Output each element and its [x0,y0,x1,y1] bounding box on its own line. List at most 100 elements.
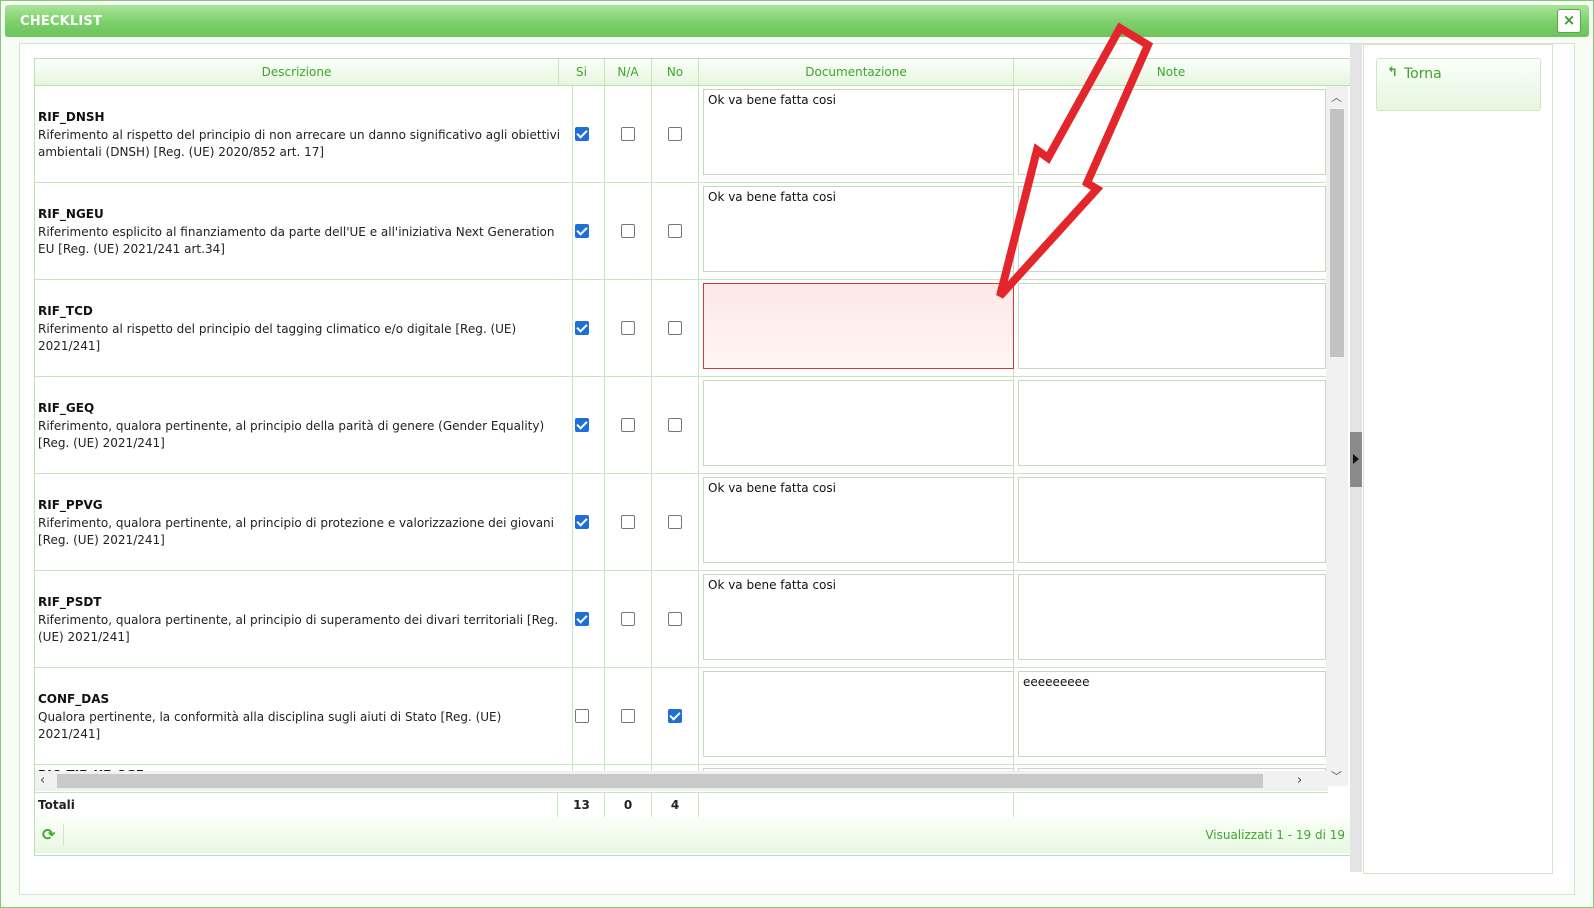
table-row: RIF_TCD Riferimento al rispetto del princ… [35,280,1326,377]
panel-splitter[interactable] [1350,44,1362,872]
horizontal-scrollbar[interactable]: ‹ › [35,771,1328,791]
col-header-descrizione[interactable]: Descrizione [35,59,559,85]
back-button[interactable]: ↰ Torna [1376,58,1541,111]
checkbox-no[interactable] [668,321,682,335]
scroll-right-icon[interactable]: › [1297,773,1302,788]
checkbox-na[interactable] [621,612,635,626]
checklist-grid: Descrizione Si N/A No Documentazione Not… [34,58,1352,856]
col-header-na[interactable]: N/A [605,59,652,85]
note-cell [1014,571,1326,667]
grid-header: Descrizione Si N/A No Documentazione Not… [35,59,1351,86]
checkbox-si[interactable] [575,224,589,238]
documentazione-field[interactable]: Ok va bene fatta cosi [703,186,1014,272]
checkbox-cell-na [605,668,652,764]
checkbox-no[interactable] [668,418,682,432]
col-header-si[interactable]: Si [559,59,605,85]
checkbox-cell-si [559,474,605,570]
note-cell [1014,86,1326,182]
horizontal-scroll-thumb[interactable] [57,774,1263,788]
checkbox-no[interactable] [668,612,682,626]
totals-na: 0 [605,793,652,817]
checkbox-cell-na [605,474,652,570]
note-field[interactable]: eeeeeeeee [1018,671,1326,757]
footer-separator [63,824,64,846]
item-code: RIF_GEQ [38,401,95,415]
note-field[interactable] [1018,283,1326,369]
refresh-icon[interactable]: ⟳ [42,825,55,844]
checkbox-na[interactable] [621,127,635,141]
checkbox-cell-na [605,183,652,279]
col-header-note[interactable]: Note [1014,59,1328,85]
documentazione-cell [699,377,1014,473]
scroll-left-icon[interactable]: ‹ [40,773,45,788]
side-panel: ↰ Torna [1363,44,1553,874]
checkbox-na[interactable] [621,515,635,529]
item-description: Riferimento esplicito al finanziamento d… [38,225,555,256]
vertical-scrollbar[interactable]: ︿ ﹀ [1326,86,1348,786]
col-header-no[interactable]: No [652,59,699,85]
table-row: RIF_NGEU Riferimento esplicito al finanzi… [35,183,1326,280]
note-field[interactable] [1018,477,1326,563]
checkbox-na[interactable] [621,418,635,432]
checklist-panel: Descrizione Si N/A No Documentazione Not… [20,44,1372,894]
checkbox-cell-si [559,183,605,279]
documentazione-field[interactable]: Ok va bene fatta cosi [703,89,1014,175]
checkbox-si[interactable] [575,418,589,432]
documentazione-field[interactable] [703,283,1014,369]
checkbox-cell-no [652,377,699,473]
documentazione-field[interactable] [703,380,1014,466]
documentazione-field[interactable]: Ok va bene fatta cosi [703,477,1014,563]
grid-rows: RIF_DNSH Riferimento al rispetto del prin… [35,86,1326,786]
item-description: Qualora pertinente, la conformità alla d… [38,710,502,741]
checkbox-na[interactable] [621,321,635,335]
totals-no: 4 [652,793,699,817]
note-field[interactable] [1018,186,1326,272]
checkbox-no[interactable] [668,127,682,141]
documentazione-cell [699,280,1014,376]
documentazione-field[interactable]: Ok va bene fatta cosi [703,574,1014,660]
checkbox-si[interactable] [575,321,589,335]
checkbox-cell-si [559,86,605,182]
documentazione-cell [699,668,1014,764]
note-field[interactable] [1018,574,1326,660]
window-title: CHECKLIST [20,14,103,29]
close-button[interactable]: × [1557,9,1581,33]
checkbox-cell-si [559,668,605,764]
note-field[interactable] [1018,380,1326,466]
checkbox-cell-no [652,280,699,376]
checkbox-si[interactable] [575,127,589,141]
checkbox-cell-na [605,377,652,473]
title-bar: CHECKLIST × [5,5,1589,37]
table-row: CONF_DAS Qualora pertinente, la conformit… [35,668,1326,765]
note-field[interactable] [1018,89,1326,175]
item-description: Riferimento al rispetto del principio di… [38,128,561,159]
vertical-scroll-thumb[interactable] [1330,109,1344,357]
totals-label: Totali [35,793,558,817]
description-cell: RIF_NGEU Riferimento esplicito al finanzi… [35,183,573,279]
note-cell [1014,377,1326,473]
checkbox-cell-no [652,571,699,667]
checkbox-cell-si [559,280,605,376]
scroll-down-icon[interactable]: ﹀ [1331,768,1342,784]
documentazione-cell: Ok va bene fatta cosi [699,571,1014,667]
checkbox-cell-na [605,86,652,182]
collapse-handle-icon[interactable] [1350,432,1362,487]
table-row: RIF_GEQ Riferimento, qualora pertinente, … [35,377,1326,474]
checkbox-no[interactable] [668,224,682,238]
totals-documentazione [699,793,1014,817]
col-header-documentazione[interactable]: Documentazione [699,59,1014,85]
checkbox-no[interactable] [668,515,682,529]
note-cell [1014,474,1326,570]
checkbox-cell-si [559,377,605,473]
checkbox-cell-no [652,668,699,764]
checkbox-na[interactable] [621,709,635,723]
totals-si: 13 [559,793,605,817]
checkbox-si[interactable] [575,709,589,723]
checkbox-no[interactable] [668,709,682,723]
scroll-up-icon[interactable]: ︿ [1331,89,1342,105]
item-description: Riferimento, qualora pertinente, al prin… [38,516,554,547]
checkbox-na[interactable] [621,224,635,238]
checkbox-si[interactable] [575,515,589,529]
documentazione-field[interactable] [703,671,1014,757]
checkbox-si[interactable] [575,612,589,626]
